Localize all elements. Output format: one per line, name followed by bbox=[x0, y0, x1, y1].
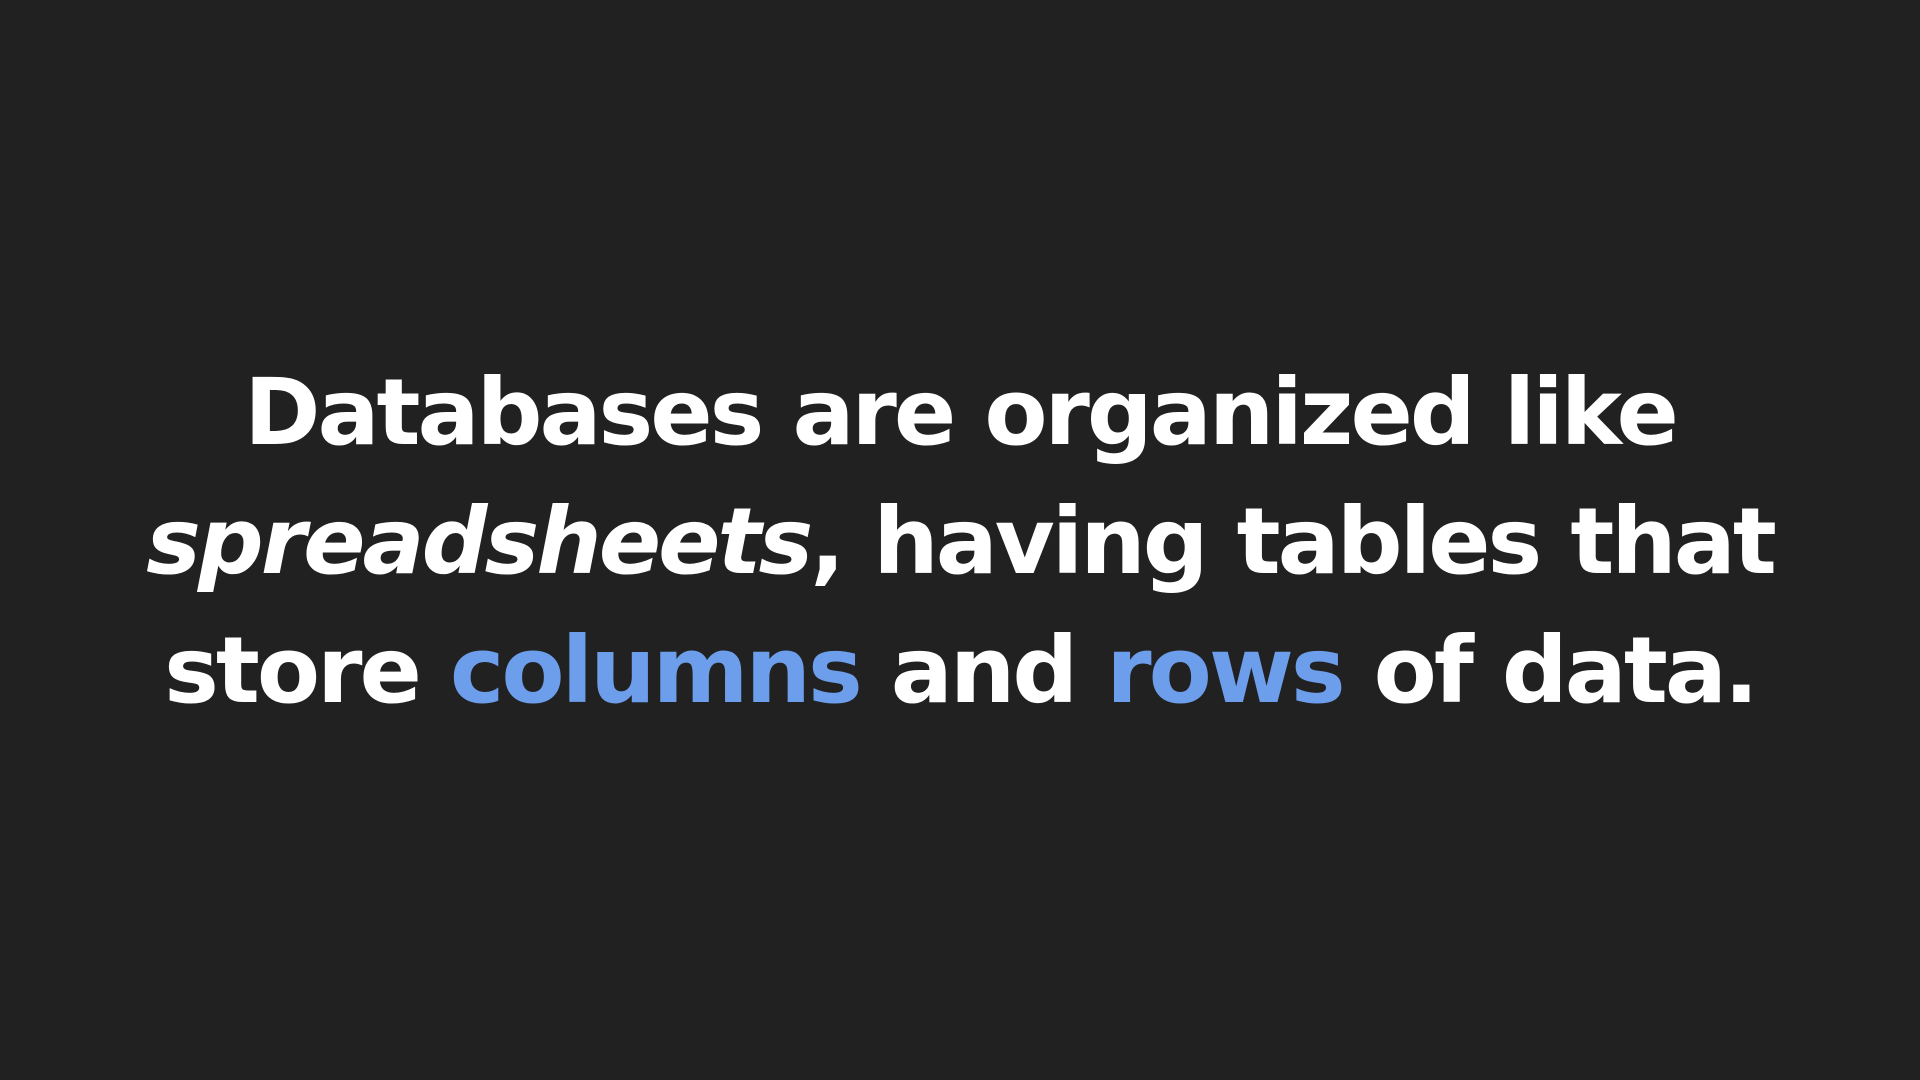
emphasis-spreadsheets: spreadsheets bbox=[146, 487, 813, 595]
line-2-text: , having tables that bbox=[810, 487, 1777, 595]
line-3-text-c: of data. bbox=[1342, 616, 1759, 724]
line-3-text-a: store bbox=[164, 616, 450, 724]
slide: Databases are organized like spreadsheet… bbox=[0, 0, 1920, 1080]
line-3-text-b: and bbox=[859, 616, 1107, 724]
line-1-text: Databases are organized like bbox=[244, 358, 1679, 466]
slide-statement: Databases are organized like spreadsheet… bbox=[0, 348, 1920, 735]
statement-line-3: store columns and rows of data. bbox=[0, 606, 1920, 735]
statement-line-1: Databases are organized like bbox=[0, 348, 1920, 477]
highlight-rows: rows bbox=[1106, 616, 1345, 724]
highlight-columns: columns bbox=[449, 616, 863, 724]
statement-line-2: spreadsheets, having tables that bbox=[0, 477, 1920, 606]
